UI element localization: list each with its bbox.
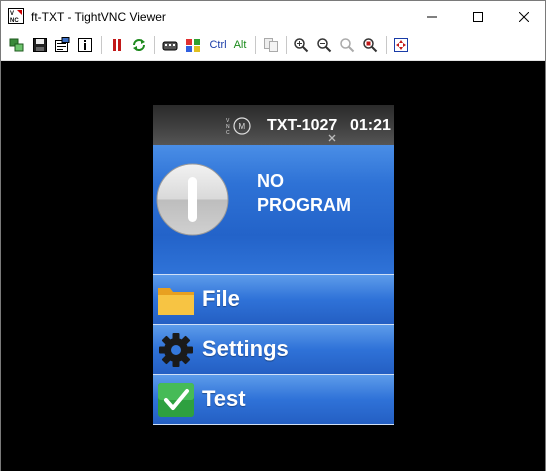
device-name: TXT-1027 xyxy=(267,117,338,134)
toolbar-separator xyxy=(255,36,256,54)
menu-item-settings[interactable]: Settings xyxy=(153,325,394,375)
ctrl-esc-button[interactable] xyxy=(185,37,201,53)
save-button[interactable] xyxy=(32,37,48,53)
alt-key-button[interactable]: Alt xyxy=(232,37,248,53)
menu-item-label: Settings xyxy=(202,336,289,361)
zoom-fit-button[interactable] xyxy=(362,37,378,53)
zoom-out-button[interactable] xyxy=(316,37,332,53)
fullscreen-icon xyxy=(394,38,408,52)
vnc-status-icon[interactable]: V N C M xyxy=(226,116,258,136)
menu-item-label: Test xyxy=(202,386,246,411)
minimize-button[interactable] xyxy=(409,1,455,32)
vnc-viewer-window: V NC ft-TXT - TightVNC Viewer Ctrl Alt V… xyxy=(0,0,546,471)
svg-text:V: V xyxy=(10,11,14,17)
pause-icon xyxy=(113,39,121,51)
pause-button[interactable] xyxy=(109,37,125,53)
zoom-fit-icon xyxy=(363,38,378,53)
maximize-button[interactable] xyxy=(455,1,501,32)
fullscreen-button[interactable] xyxy=(393,37,409,53)
ctrl-esc-icon xyxy=(186,39,200,52)
zoom-in-icon xyxy=(294,38,309,53)
zoom-in-button[interactable] xyxy=(293,37,309,53)
refresh-button[interactable] xyxy=(131,37,147,53)
zoom-out-icon xyxy=(317,38,332,53)
transfer-files-icon xyxy=(264,38,278,52)
refresh-icon xyxy=(133,39,145,51)
program-status-label: NO PROGRAM xyxy=(257,171,351,215)
ctrl-alt-del-button[interactable] xyxy=(162,37,178,53)
ctrl-alt-del-icon xyxy=(162,41,178,51)
txt-status-bar: V N C M TXT-1027 01:21 xyxy=(153,105,394,145)
maximize-icon xyxy=(473,11,483,22)
txt-controller-screen: V N C M TXT-1027 01:21 NO PROGRAM File S… xyxy=(153,105,394,426)
save-icon xyxy=(33,38,47,52)
toolbar-separator xyxy=(386,36,387,54)
new-connection-button[interactable] xyxy=(9,37,25,53)
close-button[interactable] xyxy=(501,1,546,32)
minimize-icon xyxy=(427,16,437,17)
svg-text:C: C xyxy=(226,130,230,136)
menu-item-label: File xyxy=(202,286,240,311)
ctrl-key-button[interactable]: Ctrl xyxy=(208,37,228,53)
tightvnc-app-icon: V NC xyxy=(8,8,24,24)
gear-icon xyxy=(159,333,193,367)
cursor-icon xyxy=(328,134,336,142)
toolbar-separator xyxy=(154,36,155,54)
connection-info-icon xyxy=(78,38,92,52)
toolbar-separator xyxy=(101,36,102,54)
program-panel: NO PROGRAM xyxy=(153,145,394,275)
checkmark-icon xyxy=(158,383,194,417)
zoom-100-icon xyxy=(340,38,355,53)
options-icon xyxy=(55,37,70,52)
title-bar[interactable]: V NC ft-TXT - TightVNC Viewer xyxy=(1,1,545,32)
stop-button-icon[interactable] xyxy=(156,163,229,236)
transfer-files-button[interactable] xyxy=(263,37,279,53)
menu-item-test[interactable]: Test xyxy=(153,375,394,425)
toolbar-separator xyxy=(286,36,287,54)
window-title: ft-TXT - TightVNC Viewer xyxy=(31,10,166,24)
folder-icon xyxy=(158,288,194,315)
toolbar: Ctrl Alt xyxy=(1,32,545,61)
svg-text:NC: NC xyxy=(10,18,19,24)
device-time: 01:21 xyxy=(350,117,391,134)
close-icon xyxy=(519,11,529,22)
zoom-100-button[interactable] xyxy=(339,37,355,53)
new-connection-icon xyxy=(9,38,24,52)
connection-info-button[interactable] xyxy=(77,37,93,53)
svg-text:M: M xyxy=(239,122,246,131)
menu-item-file[interactable]: File xyxy=(153,275,394,325)
remote-viewport[interactable]: V N C M TXT-1027 01:21 NO PROGRAM File S… xyxy=(1,61,545,471)
options-button[interactable] xyxy=(54,37,70,53)
